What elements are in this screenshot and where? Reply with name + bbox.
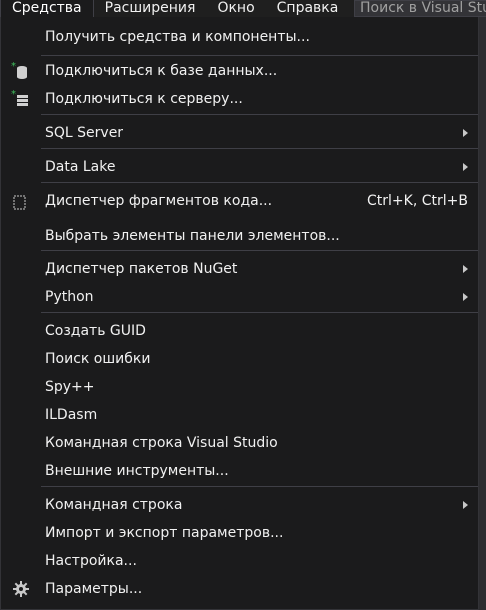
gear-icon <box>13 581 29 597</box>
menu-item-label: SQL Server <box>45 125 124 141</box>
menu-item-connect-server[interactable]: * Подключиться к серверу... <box>1 85 478 113</box>
server-add-icon: * <box>11 89 28 106</box>
menu-item-vs-command-prompt[interactable]: Командная строка Visual Studio <box>1 429 478 457</box>
tools-dropdown-menu: Получить средства и компоненты... * Подк… <box>0 17 479 610</box>
menu-item-code-snippets-manager[interactable]: Диспетчер фрагментов кода... Ctrl+K, Ctr… <box>1 187 478 215</box>
svg-text:*: * <box>11 61 16 72</box>
separator <box>41 250 478 251</box>
menu-item-label: ILDasm <box>45 407 98 423</box>
search-input[interactable]: Поиск в Visual Studio <box>354 0 486 17</box>
menu-item-python[interactable]: Python <box>1 283 478 311</box>
separator <box>41 182 478 183</box>
menu-item-label: Импорт и экспорт параметров... <box>45 525 284 541</box>
submenu-arrow-icon <box>463 129 468 137</box>
menu-item-label: Внешние инструменты... <box>45 463 229 479</box>
menu-item-label: Параметры... <box>45 581 143 597</box>
menu-item-create-guid[interactable]: Создать GUID <box>1 317 478 345</box>
menu-window[interactable]: Окно <box>206 0 265 17</box>
submenu-arrow-icon <box>463 265 468 273</box>
code-snippet-icon <box>13 195 26 210</box>
menu-item-sql-server[interactable]: SQL Server <box>1 119 478 147</box>
menu-item-import-export-settings[interactable]: Импорт и экспорт параметров... <box>1 519 478 547</box>
menu-extensions[interactable]: Расширения <box>94 0 207 17</box>
menu-item-label: Настройка... <box>45 553 137 569</box>
svg-text:*: * <box>11 89 16 100</box>
menu-item-label: Создать GUID <box>45 323 146 339</box>
separator <box>41 55 478 56</box>
menu-item-data-lake[interactable]: Data Lake <box>1 153 478 181</box>
menu-item-label: Выбрать элементы панели элементов... <box>45 228 340 244</box>
separator <box>41 312 478 313</box>
menu-tools[interactable]: Средства <box>0 0 94 17</box>
submenu-arrow-icon <box>463 163 468 171</box>
menu-item-label: Python <box>45 289 94 305</box>
menu-item-label: Командная строка Visual Studio <box>45 435 278 451</box>
menu-item-label: Подключиться к серверу... <box>45 91 243 107</box>
menu-item-ildasm[interactable]: ILDasm <box>1 401 478 429</box>
menu-item-get-tools[interactable]: Получить средства и компоненты... <box>1 23 478 51</box>
background-editor-strip <box>479 17 486 610</box>
menu-item-external-tools[interactable]: Внешние инструменты... <box>1 457 478 485</box>
menu-item-label: Подключиться к базе данных... <box>45 63 278 79</box>
menu-item-connect-database[interactable]: * Подключиться к базе данных... <box>1 57 478 85</box>
menu-item-error-lookup[interactable]: Поиск ошибки <box>1 345 478 373</box>
keyboard-shortcut: Ctrl+K, Ctrl+B <box>367 193 468 209</box>
menu-item-spy[interactable]: Spy++ <box>1 373 478 401</box>
menu-item-label: Диспетчер фрагментов кода... <box>45 193 273 209</box>
menu-item-label: Диспетчер пакетов NuGet <box>45 261 238 277</box>
database-add-icon: * <box>11 61 27 79</box>
menu-item-options[interactable]: Параметры... <box>1 575 478 603</box>
submenu-arrow-icon <box>463 293 468 301</box>
separator <box>41 486 478 487</box>
menu-item-label: Data Lake <box>45 159 116 175</box>
submenu-arrow-icon <box>463 501 468 509</box>
menu-item-choose-toolbox-items[interactable]: Выбрать элементы панели элементов... <box>1 222 478 250</box>
menu-item-label: Командная строка <box>45 497 183 513</box>
menu-item-label: Получить средства и компоненты... <box>45 29 310 45</box>
menu-item-label: Поиск ошибки <box>45 351 151 367</box>
menu-item-label: Spy++ <box>45 379 95 395</box>
separator <box>41 114 478 115</box>
menu-item-customize[interactable]: Настройка... <box>1 547 478 575</box>
menu-item-nuget-package-manager[interactable]: Диспетчер пакетов NuGet <box>1 255 478 283</box>
menu-item-command-line[interactable]: Командная строка <box>1 491 478 519</box>
separator <box>41 148 478 149</box>
menu-help[interactable]: Справка <box>266 0 350 17</box>
